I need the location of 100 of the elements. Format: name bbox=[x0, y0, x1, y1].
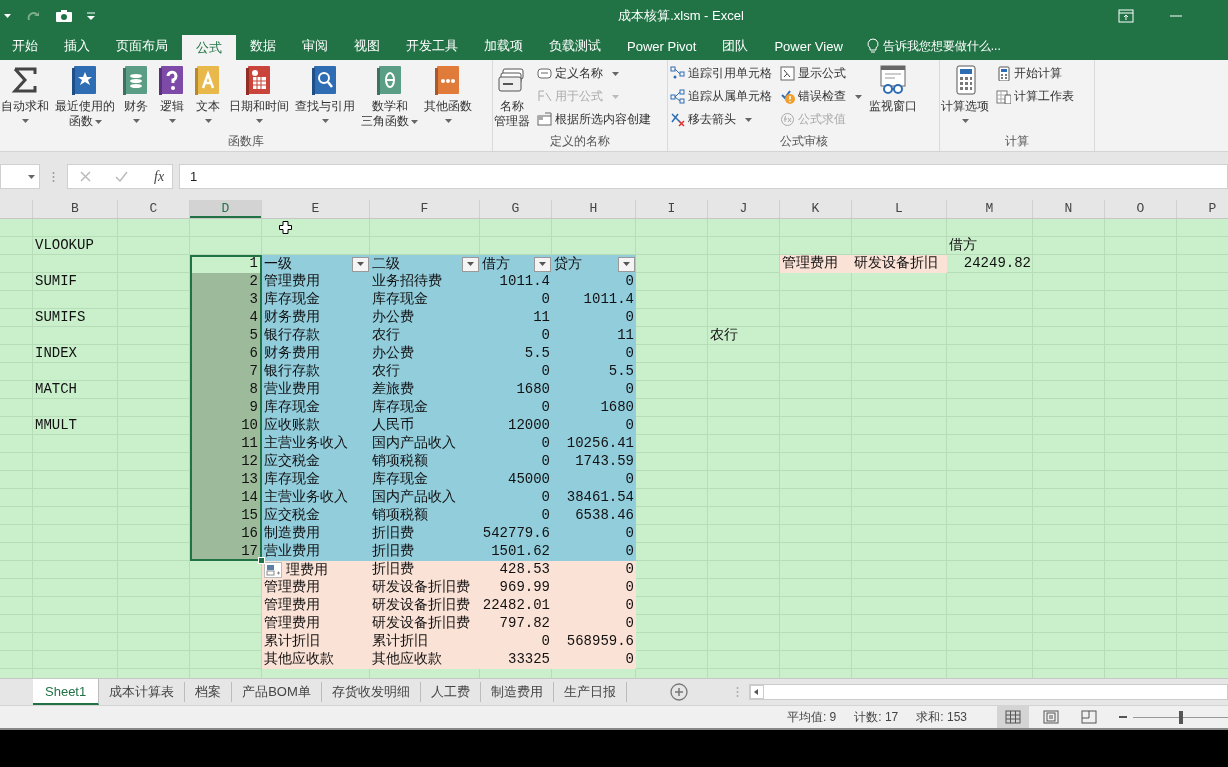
insert-function-button[interactable]: fx bbox=[152, 168, 167, 185]
ribbon-tab[interactable]: 团队 bbox=[710, 32, 761, 60]
ribbon-button[interactable]: 根据所选内容创建 bbox=[535, 109, 653, 130]
ribbon-tab[interactable]: 加载项 bbox=[472, 32, 535, 60]
table-cell-text: MMULT bbox=[34, 417, 78, 435]
column-header[interactable]: I bbox=[636, 200, 708, 218]
status-stat: 求和: 153 bbox=[916, 708, 967, 726]
table-cell: 累计折旧 bbox=[370, 633, 480, 651]
horizontal-scrollbar[interactable] bbox=[748, 684, 1228, 700]
ribbon-button[interactable]: 监视窗口 bbox=[868, 63, 918, 114]
formula-field[interactable]: 1 bbox=[179, 164, 1228, 189]
calculator-icon bbox=[996, 66, 1011, 81]
fill-handle[interactable] bbox=[258, 557, 265, 564]
slider-thumb[interactable] bbox=[1178, 710, 1183, 724]
column-header[interactable]: J bbox=[708, 200, 780, 218]
ribbon-button[interactable]: 计算选项 bbox=[940, 63, 990, 126]
column-header[interactable]: N bbox=[1033, 200, 1105, 218]
ribbon-button[interactable]: 移去箭头 bbox=[668, 109, 774, 130]
filter-button[interactable] bbox=[534, 256, 551, 272]
splitter-icon[interactable] bbox=[52, 170, 55, 183]
sigma-icon bbox=[10, 65, 40, 95]
ribbon-tab[interactable]: 负载测试 bbox=[537, 32, 613, 60]
table-cell: 0 bbox=[480, 399, 552, 417]
ribbon-button[interactable]: 错误检查 bbox=[778, 86, 864, 107]
ribbon-display-icon[interactable] bbox=[1118, 9, 1134, 23]
table-cell: 542779.6 bbox=[480, 525, 552, 543]
ribbon-tab[interactable]: 开发工具 bbox=[394, 32, 470, 60]
column-header[interactable]: H bbox=[552, 200, 636, 218]
sheet-tab[interactable]: 产品BOM单 bbox=[232, 682, 322, 702]
column-header[interactable]: F bbox=[370, 200, 480, 218]
ribbon-button[interactable]: 日期和时间 bbox=[228, 63, 290, 126]
ribbon-tab[interactable]: 视图 bbox=[342, 32, 392, 60]
dependents-arrows-icon bbox=[670, 89, 685, 104]
sheet-tab[interactable]: Sheet1 bbox=[33, 679, 100, 705]
ribbon-button[interactable]: 自动求和 bbox=[0, 63, 50, 126]
ribbon-button[interactable]: 定义名称 bbox=[535, 63, 653, 84]
column-header[interactable]: M bbox=[947, 200, 1033, 218]
sheet-tab[interactable]: 制造费用 bbox=[480, 682, 554, 702]
ribbon-button[interactable]: 文本 bbox=[192, 63, 224, 126]
sheet-tab[interactable]: 存货收发明细 bbox=[321, 682, 421, 702]
table-cell: 0 bbox=[552, 381, 636, 399]
table-cell: 应交税金 bbox=[262, 507, 370, 525]
paste-options-icon[interactable] bbox=[264, 562, 282, 578]
table-cell: 10256.41 bbox=[552, 435, 636, 453]
filter-button[interactable] bbox=[618, 256, 635, 272]
ribbon-button[interactable]: 显示公式 bbox=[778, 63, 864, 84]
table-cell-text: SUMIF bbox=[34, 273, 78, 291]
sheet-tab[interactable]: 成本计算表 bbox=[99, 682, 186, 702]
ribbon-tab[interactable]: 数据 bbox=[238, 32, 288, 60]
ribbon-button[interactable]: 计算工作表 bbox=[994, 86, 1076, 107]
table-cell: 0 bbox=[552, 561, 636, 579]
sheet-tab[interactable]: 人工费 bbox=[420, 682, 481, 702]
ribbon-tab[interactable]: 插入 bbox=[52, 32, 102, 60]
camera-icon[interactable] bbox=[55, 9, 73, 23]
tell-me-search[interactable]: 告诉我您想要做什么... bbox=[856, 32, 1001, 60]
ribbon-button[interactable]: 名称 管理器 bbox=[493, 63, 531, 129]
table-cell-text: 24249.82 bbox=[962, 255, 1032, 273]
table-cell: 17 bbox=[190, 543, 262, 561]
ribbon-button[interactable]: 开始计算 bbox=[994, 63, 1076, 84]
column-header[interactable]: L bbox=[852, 200, 947, 218]
table-cell: 0 bbox=[552, 543, 636, 561]
column-header[interactable]: B bbox=[33, 200, 118, 218]
ribbon-button[interactable]: 最近使用的 函数 bbox=[54, 63, 116, 129]
table-cell: 1 bbox=[190, 255, 262, 273]
table-cell: 0 bbox=[552, 579, 636, 597]
ribbon-tab[interactable]: Power Pivot bbox=[615, 32, 709, 60]
table-cell: 营业费用 bbox=[262, 543, 370, 561]
sheet-tab[interactable]: 档案 bbox=[185, 682, 233, 702]
table-cell: 营业费用 bbox=[262, 381, 370, 399]
ribbon-tab[interactable]: 审阅 bbox=[290, 32, 340, 60]
ribbon-button[interactable]: 查找与引用 bbox=[294, 63, 356, 126]
ribbon-button[interactable]: 其他函数 bbox=[423, 63, 473, 126]
ribbon-button[interactable]: 数学和 三角函数 bbox=[360, 63, 419, 129]
caret-icon bbox=[623, 262, 630, 266]
scroll-left-icon[interactable] bbox=[749, 685, 764, 699]
sheet-tab[interactable]: 生产日报 bbox=[553, 682, 627, 702]
column-header[interactable]: E bbox=[262, 200, 370, 218]
table-cell: 0 bbox=[480, 453, 552, 471]
filter-button[interactable] bbox=[462, 256, 479, 272]
column-header[interactable]: P bbox=[1177, 200, 1228, 218]
ribbon-button[interactable]: 追踪引用单元格 bbox=[668, 63, 774, 84]
ribbon-button[interactable]: 逻辑 bbox=[156, 63, 188, 126]
ribbon-button[interactable]: 财务 bbox=[120, 63, 152, 126]
filter-button[interactable] bbox=[352, 256, 369, 272]
ribbon-tab[interactable]: 公式 bbox=[182, 35, 236, 60]
ribbon-tab[interactable]: 开始 bbox=[0, 32, 50, 60]
view-button[interactable] bbox=[997, 706, 1029, 728]
ribbon-tab[interactable]: Power View bbox=[762, 32, 855, 60]
column-header[interactable]: D bbox=[190, 200, 262, 218]
table-cell: 1680 bbox=[480, 381, 552, 399]
column-header[interactable]: K bbox=[780, 200, 852, 218]
caret-icon[interactable] bbox=[4, 14, 11, 18]
customize-icon[interactable] bbox=[87, 12, 95, 20]
ribbon-tab[interactable]: 页面布局 bbox=[104, 32, 180, 60]
table-cell: 12 bbox=[190, 453, 262, 471]
redo-icon[interactable] bbox=[25, 9, 41, 23]
table-cell: 应交税金 bbox=[262, 453, 370, 471]
ribbon-button[interactable]: 追踪从属单元格 bbox=[668, 86, 774, 107]
column-header[interactable]: G bbox=[480, 200, 552, 218]
column-header[interactable]: O bbox=[1105, 200, 1177, 218]
